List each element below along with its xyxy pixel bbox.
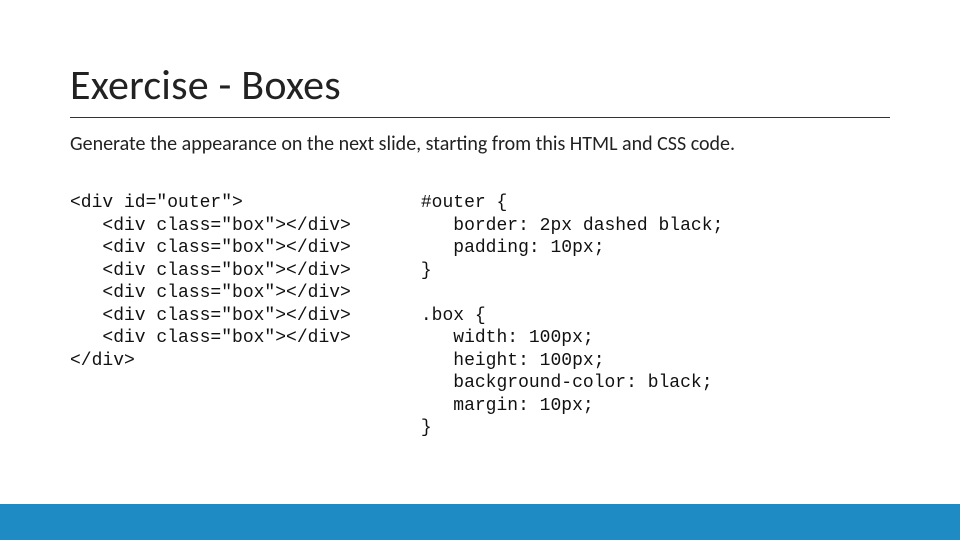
code-columns: <div id="outer"> <div class="box"></div>…	[70, 192, 890, 440]
slide: Exercise - Boxes Generate the appearance…	[0, 0, 960, 540]
css-code-block: #outer { border: 2px dashed black; paddi…	[421, 192, 723, 440]
page-title: Exercise - Boxes	[70, 60, 890, 111]
html-code-block: <div id="outer"> <div class="box"></div>…	[70, 192, 351, 440]
footer-accent-bar	[0, 504, 960, 540]
subtitle: Generate the appearance on the next slid…	[70, 132, 890, 156]
title-rule	[70, 117, 890, 118]
